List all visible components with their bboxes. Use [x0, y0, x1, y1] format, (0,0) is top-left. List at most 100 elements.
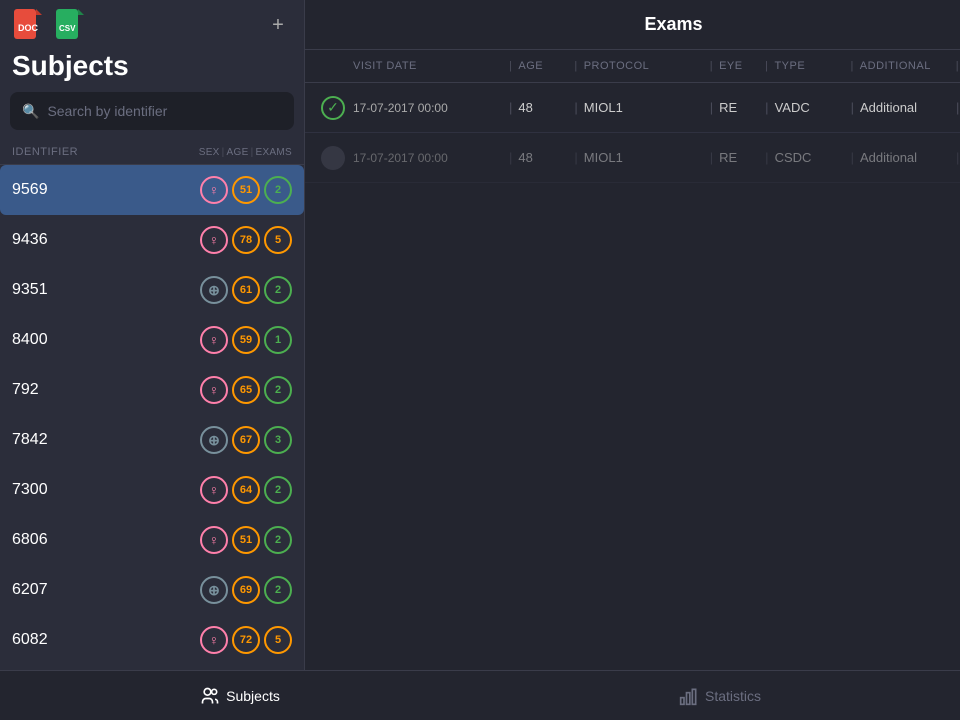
- exams-badge: 2: [264, 526, 292, 554]
- search-icon: 🔍: [22, 103, 39, 120]
- subject-list: 9569 ♀ 51 2 9436 ♀ 78 5 9351 ⊕ 61 2 8400…: [0, 165, 304, 720]
- age-badge: 51: [232, 176, 260, 204]
- exams-badge: 2: [264, 576, 292, 604]
- subject-id: 7842: [12, 431, 198, 449]
- exam-row: ✓ 17-07-2017 00:00 | 48 | MIOL1 | RE | V…: [305, 83, 960, 133]
- subject-id: 792: [12, 381, 198, 399]
- sex-badge: ♀: [200, 376, 228, 404]
- sex-badge: ♀: [200, 476, 228, 504]
- subject-row[interactable]: 6207 ⊕ 69 2: [0, 565, 304, 615]
- search-input[interactable]: [47, 103, 282, 119]
- subject-row[interactable]: 7300 ♀ 64 2: [0, 465, 304, 515]
- list-header: IDENTIFIER SEX | AGE | EXAMS: [0, 140, 304, 165]
- exam-additional: Additional: [860, 150, 950, 165]
- exam-status: ✓: [321, 96, 353, 120]
- age-badge: 69: [232, 576, 260, 604]
- exam-type: VADC: [775, 100, 845, 115]
- check-done-icon: ✓: [321, 96, 345, 120]
- nav-subjects[interactable]: Subjects: [0, 671, 480, 720]
- age-badge: 78: [232, 226, 260, 254]
- exams-badge: 5: [264, 226, 292, 254]
- age-badge: 51: [232, 526, 260, 554]
- pdf-file-icon[interactable]: DOC: [12, 9, 44, 41]
- subject-row[interactable]: 6082 ♀ 72 5: [0, 615, 304, 665]
- exams-badge: 2: [264, 376, 292, 404]
- sex-badge: ♀: [200, 226, 228, 254]
- exam-eye: RE: [719, 100, 759, 115]
- col-sep-1: |: [222, 147, 225, 158]
- col-header-additional: ADDITIONAL: [860, 60, 950, 72]
- right-panel: Exams + VISIT DATE | AGE | PROTOCOL | EY…: [305, 0, 960, 720]
- subject-row[interactable]: 7842 ⊕ 67 3: [0, 415, 304, 465]
- age-badge: 72: [232, 626, 260, 654]
- sex-badge: ⊕: [200, 426, 228, 454]
- bottom-nav: Subjects Statistics: [0, 670, 960, 720]
- nav-statistics-label: Statistics: [705, 688, 761, 704]
- exam-visit-date: 17-07-2017 00:00: [353, 151, 503, 165]
- people-icon: [200, 686, 220, 706]
- exam-visit-date: 17-07-2017 00:00: [353, 101, 503, 115]
- exam-age: 48: [518, 150, 568, 165]
- exam-age: 48: [518, 100, 568, 115]
- exams-badge: 2: [264, 276, 292, 304]
- exams-badge: 5: [264, 626, 292, 654]
- exams-list: ✓ 17-07-2017 00:00 | 48 | MIOL1 | RE | V…: [305, 83, 960, 183]
- subject-id: 9351: [12, 281, 198, 299]
- svg-text:CSV: CSV: [59, 24, 76, 33]
- col-header-type: TYPE: [774, 60, 844, 72]
- subject-row[interactable]: 6806 ♀ 51 2: [0, 515, 304, 565]
- exam-eye: RE: [719, 150, 759, 165]
- loading-indicator: [321, 146, 345, 170]
- sex-badge: ⊕: [200, 576, 228, 604]
- sex-badge: ⊕: [200, 276, 228, 304]
- right-top-bar: Exams +: [305, 0, 960, 50]
- left-panel: DOC CSV + Subjects 🔍 IDENTIFIER: [0, 0, 305, 720]
- subjects-title: Subjects: [0, 50, 304, 92]
- exam-type: CSDC: [775, 150, 845, 165]
- sex-badge: ♀: [200, 326, 228, 354]
- subject-id: 6207: [12, 581, 198, 599]
- search-bar: 🔍: [10, 92, 294, 130]
- subject-id: 8400: [12, 331, 198, 349]
- csv-file-icon[interactable]: CSV: [54, 9, 86, 41]
- subject-id: 7300: [12, 481, 198, 499]
- subject-id: 6806: [12, 531, 198, 549]
- subject-id: 9436: [12, 231, 198, 249]
- age-badge: 59: [232, 326, 260, 354]
- exams-title: Exams: [644, 14, 702, 35]
- exams-badge: 1: [264, 326, 292, 354]
- sex-badge: ♀: [200, 526, 228, 554]
- exam-row: 17-07-2017 00:00 | 48 | MIOL1 | RE | CSD…: [305, 133, 960, 183]
- exam-protocol: MIOL1: [584, 150, 704, 165]
- subject-row[interactable]: 8400 ♀ 59 1: [0, 315, 304, 365]
- subject-row[interactable]: 9436 ♀ 78 5: [0, 215, 304, 265]
- exams-table-header: VISIT DATE | AGE | PROTOCOL | EYE | TYPE…: [305, 50, 960, 83]
- col-header-eye: EYE: [719, 60, 759, 72]
- age-badge: 65: [232, 376, 260, 404]
- exams-badge: 2: [264, 476, 292, 504]
- left-top-bar: DOC CSV +: [0, 0, 304, 50]
- subject-row[interactable]: 9569 ♀ 51 2: [0, 165, 304, 215]
- add-subject-button[interactable]: +: [264, 11, 292, 39]
- col-header-sex: SEX: [199, 147, 220, 158]
- main-layout: DOC CSV + Subjects 🔍 IDENTIFIER: [0, 0, 960, 720]
- col-header-exams: EXAMS: [255, 147, 292, 158]
- exam-status: [321, 146, 353, 170]
- col-header-age: AGE: [227, 147, 249, 158]
- col-header-visit-date: VISIT DATE: [353, 60, 503, 72]
- sex-badge: ♀: [200, 626, 228, 654]
- age-badge: 67: [232, 426, 260, 454]
- exams-badge: 3: [264, 426, 292, 454]
- sex-badge: ♀: [200, 176, 228, 204]
- exams-badge: 2: [264, 176, 292, 204]
- nav-statistics[interactable]: Statistics: [480, 671, 960, 720]
- subject-row[interactable]: 792 ♀ 65 2: [0, 365, 304, 415]
- subject-row[interactable]: 9351 ⊕ 61 2: [0, 265, 304, 315]
- age-badge: 61: [232, 276, 260, 304]
- statistics-icon: [679, 686, 699, 706]
- nav-subjects-label: Subjects: [226, 688, 280, 704]
- col-header-identifier: IDENTIFIER: [12, 146, 199, 158]
- subject-id: 9569: [12, 181, 198, 199]
- age-badge: 64: [232, 476, 260, 504]
- col-header-age: AGE: [518, 60, 568, 72]
